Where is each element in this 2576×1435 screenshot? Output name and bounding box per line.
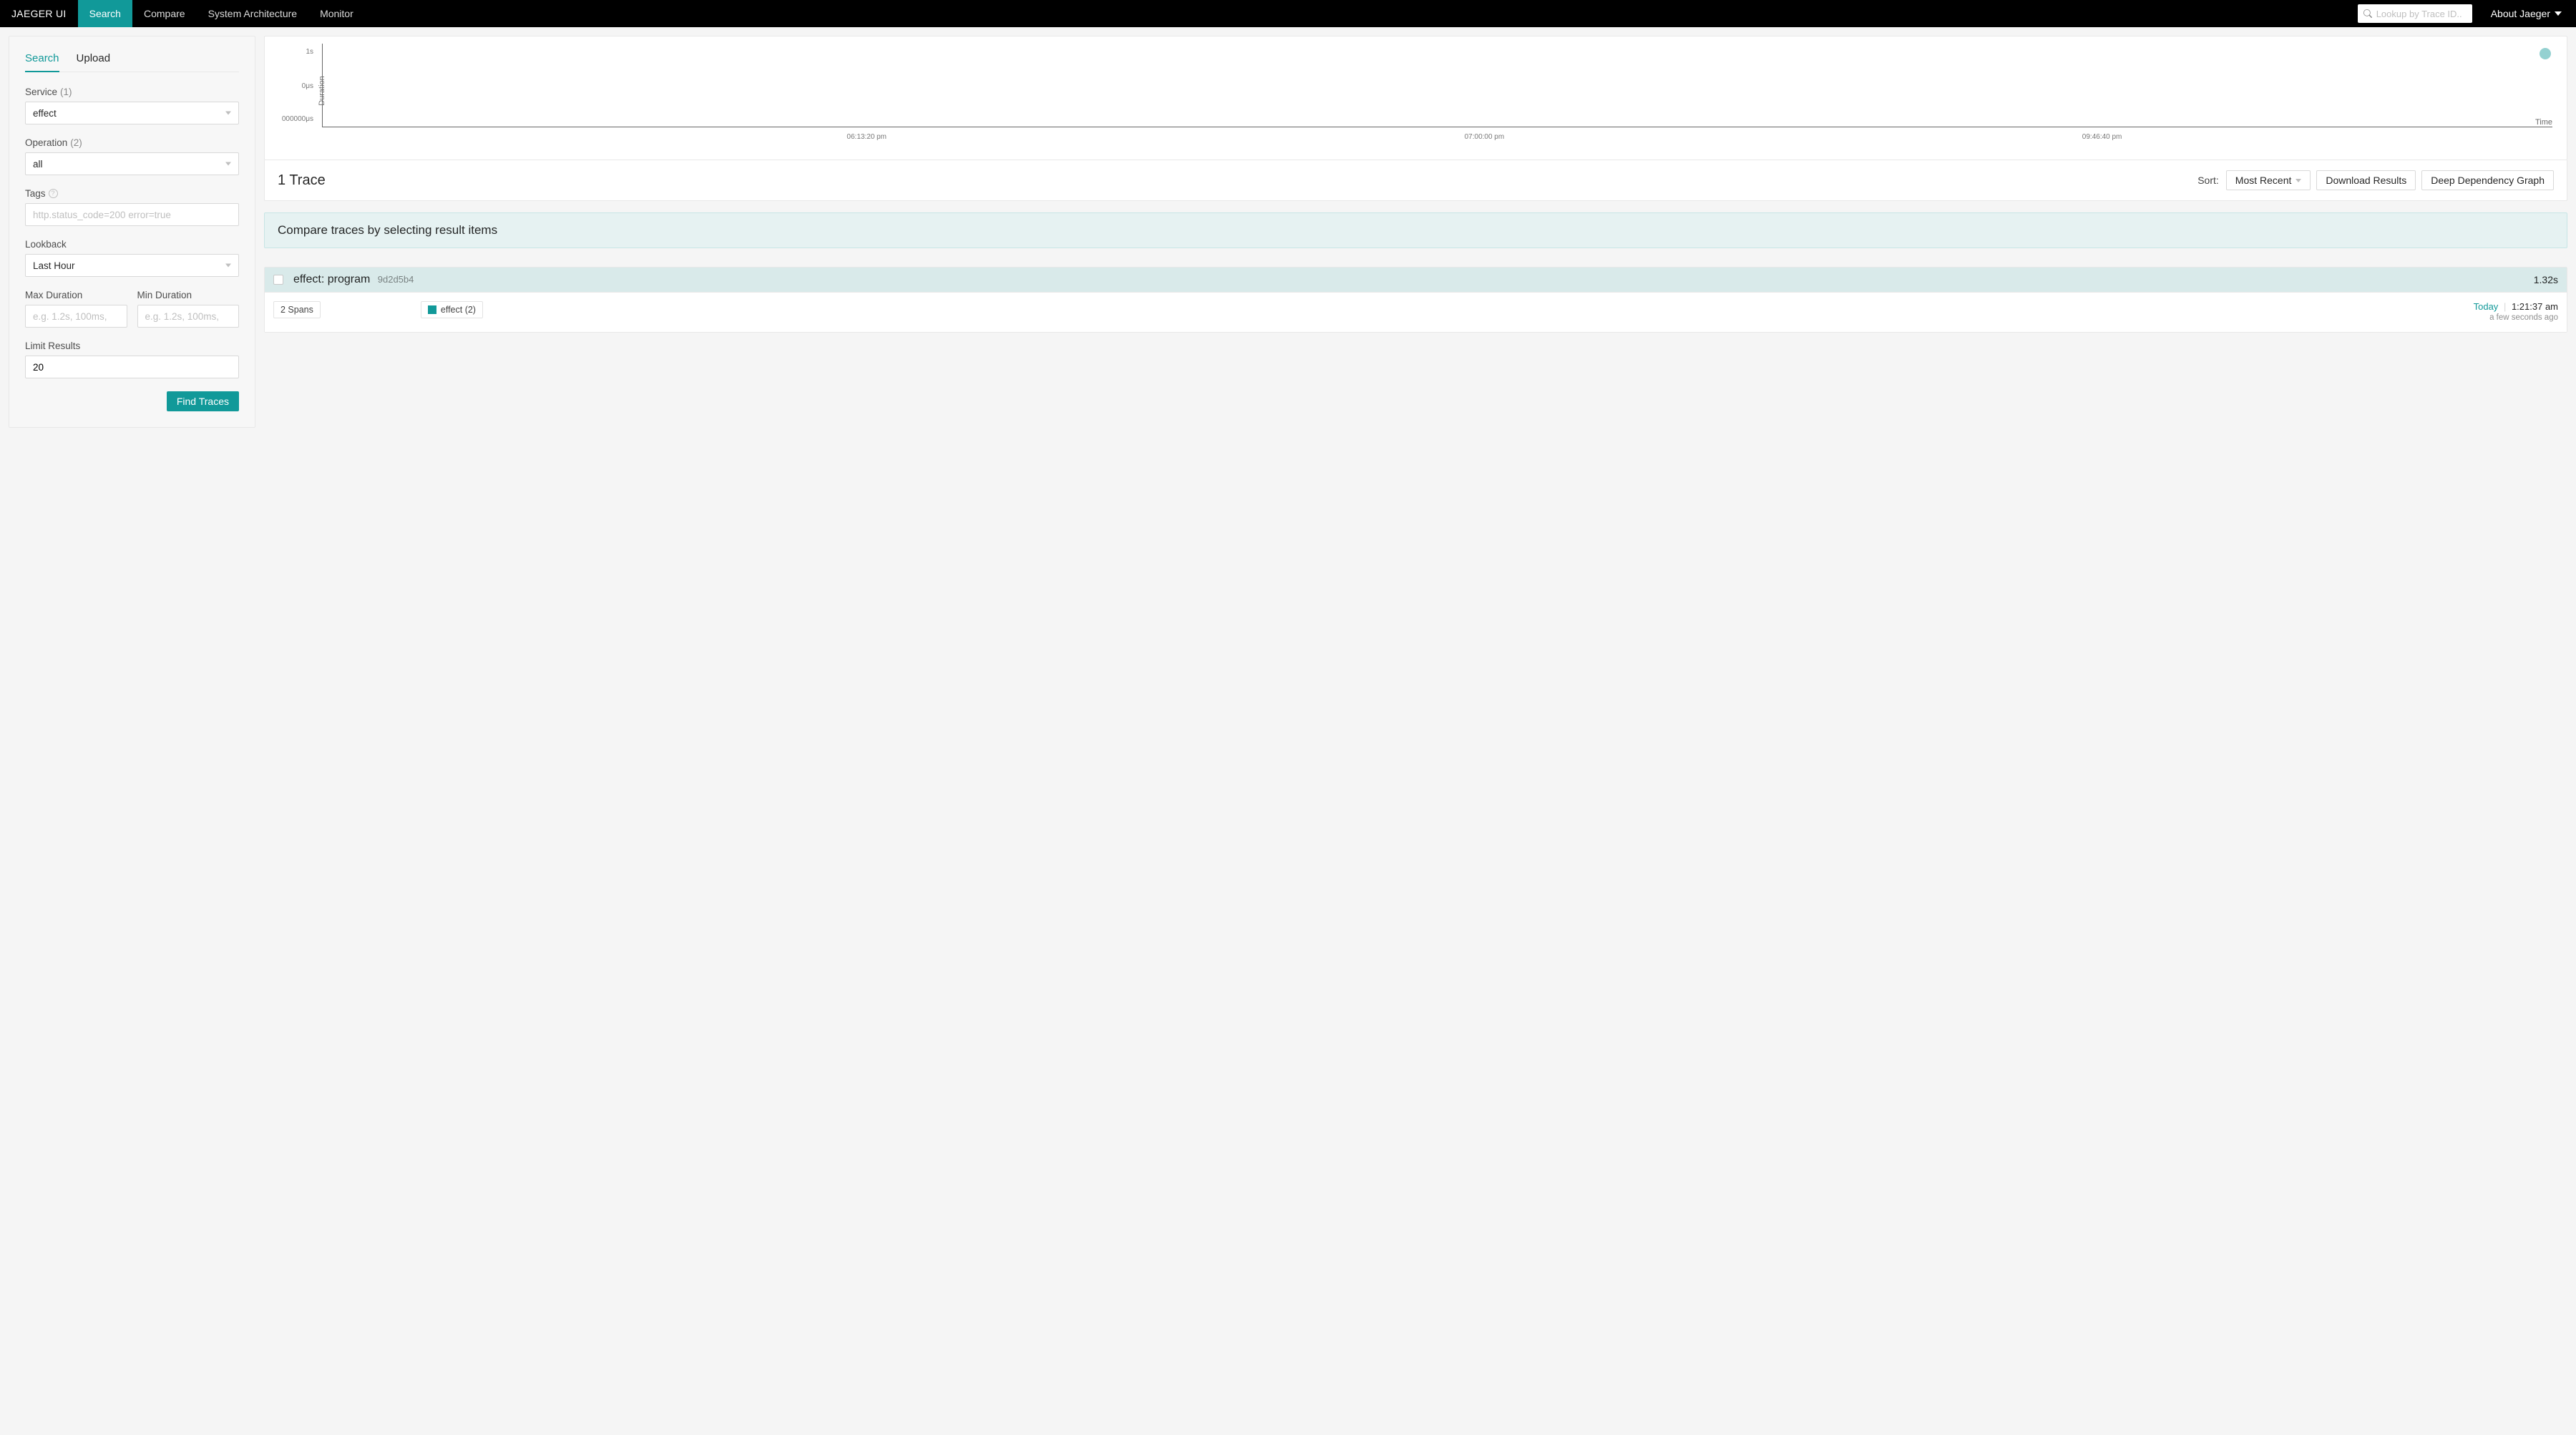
- lookback-select[interactable]: Last Hour: [25, 254, 239, 277]
- min-duration-label: Min Duration: [137, 290, 240, 300]
- nav-search[interactable]: Search: [78, 0, 132, 27]
- x-tick: 06:13:20 pm: [847, 133, 887, 141]
- y-axis-line: [322, 44, 323, 127]
- operation-select[interactable]: all: [25, 152, 239, 175]
- sort-label: Sort:: [2197, 175, 2219, 186]
- about-jaeger-dropdown[interactable]: About Jaeger: [2487, 8, 2576, 19]
- min-duration-input-wrap[interactable]: [137, 305, 240, 328]
- x-tick: 09:46:40 pm: [2082, 133, 2122, 141]
- service-select[interactable]: effect: [25, 102, 239, 124]
- min-duration-input[interactable]: [145, 311, 219, 322]
- spans-pill: 2 Spans: [273, 301, 321, 318]
- scatter-point[interactable]: [2540, 48, 2551, 59]
- lookback-label: Lookback: [25, 239, 239, 250]
- deep-dependency-graph-button[interactable]: Deep Dependency Graph: [2421, 170, 2554, 190]
- x-tick: 07:00:00 pm: [1465, 133, 1505, 141]
- tab-search[interactable]: Search: [25, 49, 59, 72]
- max-duration-input[interactable]: [33, 311, 107, 322]
- sort-dropdown[interactable]: Most Recent: [2226, 170, 2311, 190]
- max-duration-label: Max Duration: [25, 290, 127, 300]
- trace-result-card[interactable]: effect: program 9d2d5b4 1.32s 2 Spans ef…: [264, 267, 2567, 333]
- trace-title: effect: program 9d2d5b4: [293, 273, 414, 286]
- chevron-down-icon: [2555, 10, 2562, 17]
- lookup-trace-input-wrap[interactable]: [2358, 4, 2472, 23]
- max-duration-input-wrap[interactable]: [25, 305, 127, 328]
- y-tick: 000000μs: [272, 115, 313, 123]
- limit-results-input-wrap[interactable]: [25, 356, 239, 378]
- trace-select-checkbox[interactable]: [273, 275, 283, 285]
- service-label: Service (1): [25, 87, 239, 97]
- y-tick: 0μs: [272, 82, 313, 90]
- limit-results-input[interactable]: [33, 362, 218, 373]
- sidebar-tabs: Search Upload: [25, 49, 239, 72]
- about-jaeger-label: About Jaeger: [2491, 8, 2550, 19]
- trace-id: 9d2d5b4: [378, 274, 414, 285]
- limit-results-label: Limit Results: [25, 341, 239, 351]
- nav-compare[interactable]: Compare: [132, 0, 197, 27]
- service-pill: effect (2): [421, 301, 483, 318]
- help-icon[interactable]: ?: [49, 189, 58, 198]
- y-tick: 1s: [272, 48, 313, 56]
- find-traces-button[interactable]: Find Traces: [167, 391, 239, 411]
- search-icon: [2363, 9, 2372, 18]
- trace-timestamp: Today | 1:21:37 am a few seconds ago: [2474, 301, 2558, 322]
- x-axis-label: Time: [2535, 118, 2552, 127]
- download-results-button[interactable]: Download Results: [2316, 170, 2416, 190]
- top-nav: JAEGER UI Search Compare System Architec…: [0, 0, 2576, 27]
- operation-label: Operation (2): [25, 137, 239, 148]
- brand-title[interactable]: JAEGER UI: [0, 8, 78, 19]
- lookup-trace-input[interactable]: [2376, 9, 2462, 19]
- results-main: Duration 1s 0μs 000000μs Time 06:13:20 p…: [264, 36, 2567, 333]
- results-heading: 1 Trace: [278, 172, 326, 189]
- scatter-chart: Duration 1s 0μs 000000μs Time 06:13:20 p…: [264, 36, 2567, 160]
- compare-banner: Compare traces by selecting result items: [264, 212, 2567, 248]
- tags-input[interactable]: [33, 210, 218, 220]
- search-sidebar: Search Upload Service (1) effect Operati…: [9, 36, 255, 428]
- trace-duration: 1.32s: [2534, 274, 2558, 285]
- nav-system-architecture[interactable]: System Architecture: [197, 0, 309, 27]
- trace-head[interactable]: effect: program 9d2d5b4 1.32s: [265, 268, 2567, 293]
- results-header: 1 Trace Sort: Most Recent Download Resul…: [264, 160, 2567, 201]
- tab-upload[interactable]: Upload: [77, 49, 111, 72]
- service-color-swatch: [428, 305, 436, 314]
- tags-label: Tags ?: [25, 188, 239, 199]
- tags-input-wrap[interactable]: [25, 203, 239, 226]
- nav-monitor[interactable]: Monitor: [308, 0, 365, 27]
